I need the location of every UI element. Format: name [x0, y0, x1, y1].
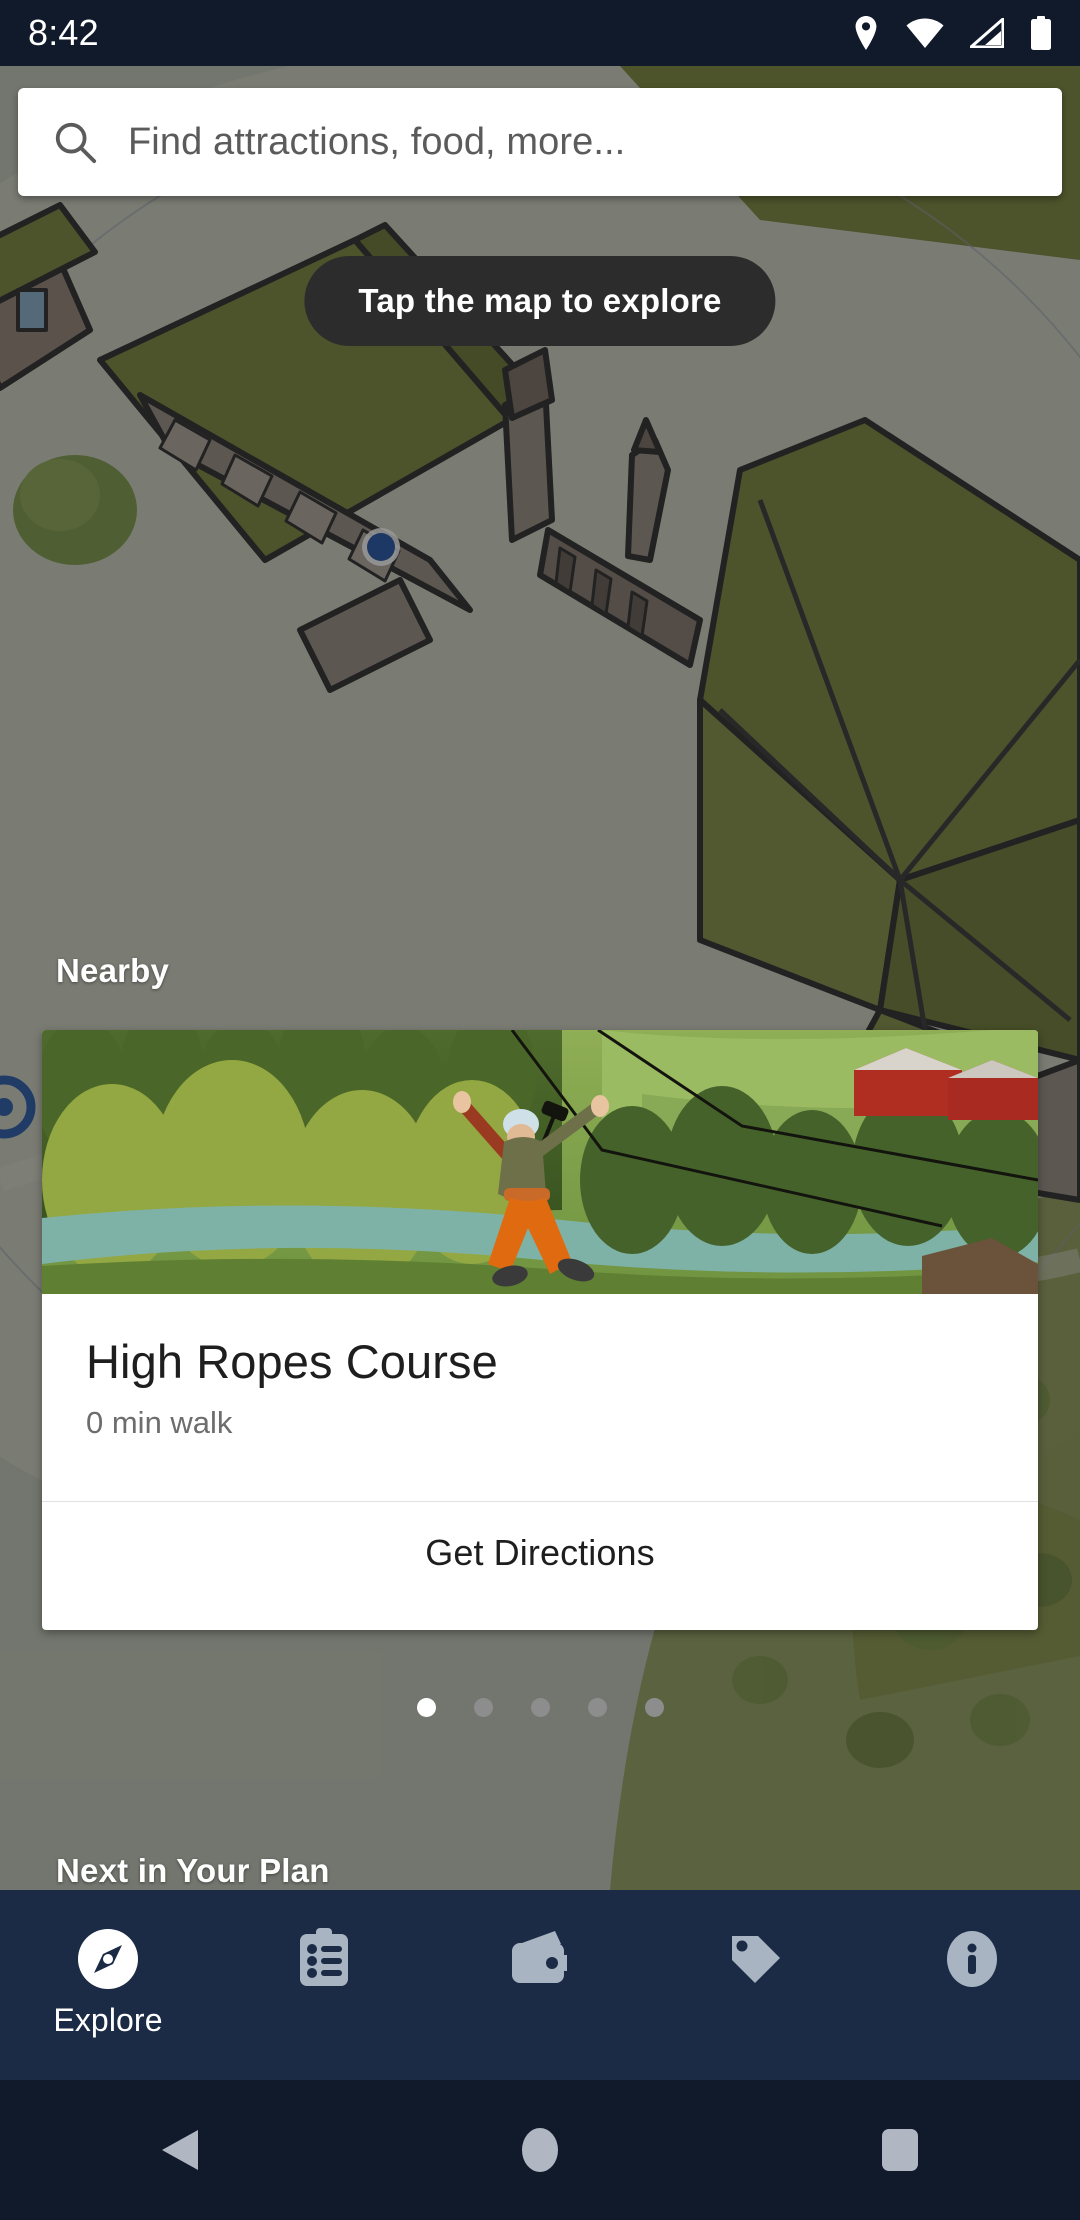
bottom-tab-bar: Explore [0, 1890, 1080, 2080]
search-icon [55, 122, 97, 164]
carousel-dot-4[interactable] [587, 1698, 607, 1717]
nearby-card-subtitle: 0 min walk [86, 1405, 233, 1440]
wifi-icon [906, 18, 944, 48]
status-bar: 8:42 [0, 0, 1080, 66]
location-icon [855, 16, 877, 50]
nearby-section-title: Nearby [56, 952, 170, 989]
circle-home-icon [522, 2128, 558, 2172]
app-screen: 8:42 Find attractions, food, more... Tap… [0, 0, 1080, 2220]
compass-icon [75, 1926, 141, 1992]
nearby-card-photo [42, 1030, 1038, 1294]
nearby-card-title: High Ropes Course [86, 1335, 498, 1388]
tab-wallet[interactable] [432, 1890, 648, 2002]
battery-icon [1031, 16, 1051, 50]
poi-circle-marker[interactable] [0, 1069, 42, 1145]
square-recents-icon [882, 2129, 918, 2171]
clipboard-list-icon [291, 1926, 357, 1992]
carousel-pagination[interactable] [0, 1698, 1080, 1717]
android-navigation-bar [0, 2080, 1080, 2220]
tab-info[interactable] [864, 1890, 1080, 2002]
tab-explore[interactable]: Explore [0, 1890, 216, 2039]
cellular-signal-icon [970, 18, 1004, 48]
nearby-card[interactable]: High Ropes Course 0 min walk Get Directi… [42, 1030, 1038, 1630]
carousel-dot-3[interactable] [530, 1698, 550, 1717]
carousel-dot-2[interactable] [473, 1698, 493, 1717]
search-input[interactable]: Find attractions, food, more... [128, 121, 625, 164]
carousel-dot-5[interactable] [644, 1698, 664, 1717]
nearby-card-body: High Ropes Course 0 min walk [42, 1294, 1038, 1469]
home-button[interactable] [360, 2126, 720, 2174]
get-directions-button[interactable]: Get Directions [42, 1502, 1038, 1603]
info-icon [939, 1926, 1005, 1992]
status-bar-clock: 8:42 [28, 12, 99, 53]
triangle-back-icon [162, 2130, 198, 2170]
status-bar-icons [852, 16, 1052, 50]
back-button[interactable] [0, 2126, 360, 2174]
tab-itinerary[interactable] [216, 1890, 432, 2002]
recents-button[interactable] [720, 2127, 1080, 2173]
next-in-plan-section-title: Next in Your Plan [56, 1852, 330, 1889]
map-hint-toast: Tap the map to explore [304, 256, 776, 346]
tab-explore-label: Explore [53, 2002, 163, 2038]
user-location-dot [362, 528, 400, 566]
zipline-photo [42, 1030, 1038, 1294]
carousel-dot-1[interactable] [416, 1698, 436, 1717]
search-bar[interactable]: Find attractions, food, more... [18, 88, 1062, 196]
tab-offers[interactable] [648, 1890, 864, 2002]
wallet-icon [507, 1926, 573, 1992]
tag-icon [723, 1926, 789, 1992]
